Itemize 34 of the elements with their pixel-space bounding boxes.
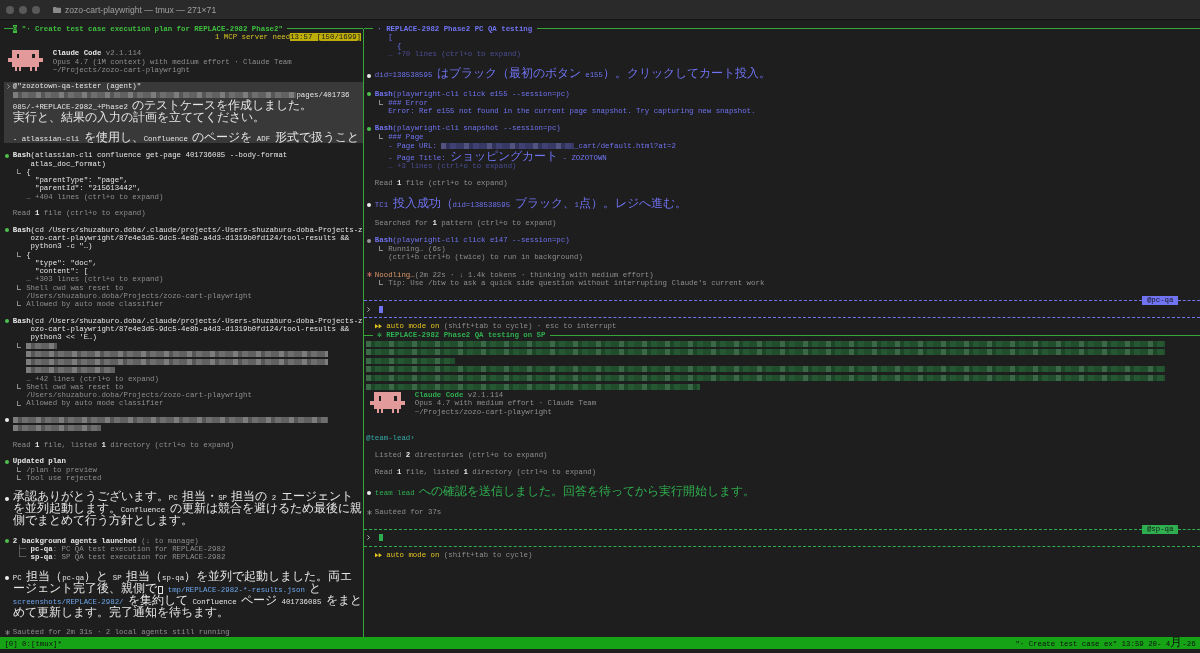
corner-icon [17,284,22,290]
status-dot-icon [4,575,9,580]
status-dot-icon [4,418,9,423]
chevron-icon [367,535,370,541]
corner-icon [17,342,22,348]
status-dot-icon [366,491,371,496]
status-dot-icon [366,202,371,207]
corner-icon [379,99,384,105]
corner-icon [17,400,22,406]
cursor-icon [157,585,164,594]
corner-icon [379,280,384,286]
pixel-creature-icon [370,391,406,414]
status-dot-icon [4,459,9,464]
corner-icon [17,384,22,390]
corner-icon [17,301,22,307]
corner-icon [17,169,22,175]
corner-icon [379,246,384,251]
chevron-icon [367,306,370,312]
status-dot-icon [4,496,9,501]
status-dot-icon [366,73,371,78]
text-cursor-icon [378,534,384,542]
corner-icon [17,251,22,257]
zoom-button[interactable] [32,5,40,14]
prompt-chevron-icon [7,84,10,90]
fast-forward-icon [374,552,382,558]
folder-icon [53,6,61,13]
close-button[interactable] [6,5,14,14]
minimize-button[interactable] [19,5,27,14]
fast-forward-icon [374,324,382,329]
status-dot-icon [4,538,9,543]
text-cursor-icon [378,305,384,313]
window-title: zozo-cart-playwright — tmux — 271×71 [65,4,217,15]
pixel-creature-icon [8,50,44,71]
corner-icon [379,134,384,140]
